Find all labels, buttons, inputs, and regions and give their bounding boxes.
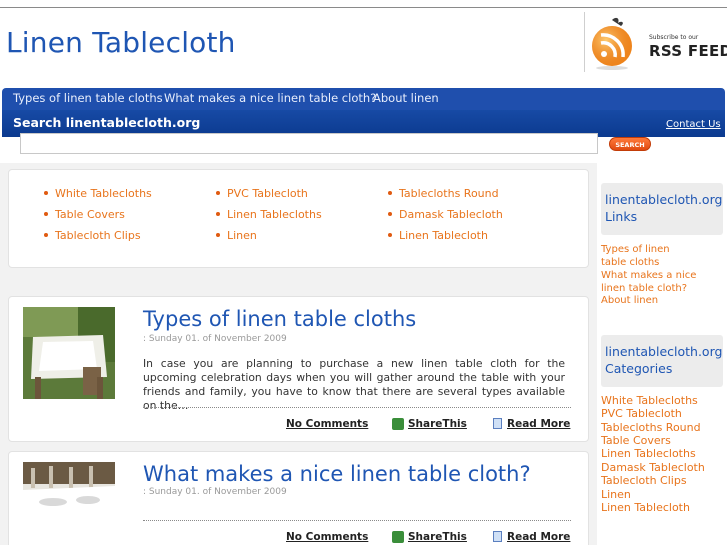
category-link[interactable]: Linen Tablecloth bbox=[388, 229, 488, 242]
nav-item-nice-cloth[interactable]: What makes a nice linen table cloth? bbox=[164, 91, 376, 105]
sidebar-categories-heading: linentablecloth.org Categories bbox=[601, 335, 723, 387]
sidebar-category-link[interactable]: Linen Tablecloth bbox=[601, 501, 690, 514]
sidebar-category-link[interactable]: PVC Tablecloth bbox=[601, 407, 682, 420]
nav-item-types[interactable]: Types of linen table cloths bbox=[13, 91, 163, 105]
sidebar-category-link[interactable]: Damask Tablecloth bbox=[601, 461, 705, 474]
contact-us-link[interactable]: Contact Us bbox=[666, 119, 721, 130]
sidebar-category-link[interactable]: White Tablecloths bbox=[601, 394, 698, 407]
document-icon bbox=[493, 531, 502, 542]
share-icon bbox=[392, 418, 404, 430]
bullet-icon bbox=[388, 233, 392, 237]
post-title[interactable]: Types of linen table cloths bbox=[143, 307, 416, 331]
share-this-link[interactable]: ShareThis bbox=[408, 418, 467, 430]
sidebar-link-about[interactable]: About linen bbox=[601, 294, 658, 307]
sidebar-category-link[interactable]: Tablecloth Clips bbox=[601, 474, 687, 487]
post-title[interactable]: What makes a nice linen table cloth? bbox=[143, 462, 531, 486]
read-more-link[interactable]: Read More bbox=[507, 418, 570, 430]
sidebar-category-link[interactable]: Table Covers bbox=[601, 434, 671, 447]
category-link[interactable]: White Tablecloths bbox=[44, 187, 152, 200]
category-label: Tablecloth Clips bbox=[55, 229, 141, 242]
rss-subscribe-text: Subscribe to our bbox=[649, 34, 699, 41]
bullet-icon bbox=[216, 191, 220, 195]
category-link[interactable]: Linen Tablecloths bbox=[216, 208, 322, 221]
post-date: : Sunday 01. of November 2009 bbox=[143, 334, 287, 344]
sidebar: linentablecloth.org Links Types of linen… bbox=[597, 163, 727, 545]
top-navigation: Types of linen table cloths What makes a… bbox=[2, 88, 725, 110]
sidebar-links-heading: linentablecloth.org Links bbox=[601, 183, 723, 235]
category-label: Linen bbox=[227, 229, 257, 242]
category-link[interactable]: Tablecloth Clips bbox=[44, 229, 141, 242]
category-label: Tablecloths Round bbox=[399, 187, 499, 200]
category-label: Linen Tablecloth bbox=[399, 229, 488, 242]
post-divider bbox=[143, 520, 571, 521]
bullet-icon bbox=[216, 233, 220, 237]
sidebar-heading-title: Links bbox=[605, 209, 638, 224]
share-this-link[interactable]: ShareThis bbox=[408, 531, 467, 543]
category-link[interactable]: Linen bbox=[216, 229, 257, 242]
category-label: Linen Tablecloths bbox=[227, 208, 322, 221]
comments-link[interactable]: No Comments bbox=[286, 418, 368, 430]
read-more-link[interactable]: Read More bbox=[507, 531, 570, 543]
category-link[interactable]: Table Covers bbox=[44, 208, 125, 221]
sidebar-category-link[interactable]: Linen Tablecloths bbox=[601, 447, 696, 460]
post-card: Types of linen table cloths : Sunday 01.… bbox=[8, 296, 589, 442]
sidebar-category-link[interactable]: Linen bbox=[601, 488, 631, 501]
sidebar-link-nice-cloth[interactable]: What makes a nice linen table cloth? bbox=[601, 269, 696, 295]
comments-link[interactable]: No Comments bbox=[286, 531, 368, 543]
bullet-icon bbox=[388, 212, 392, 216]
sidebar-heading-site: linentablecloth.org bbox=[605, 192, 723, 207]
bullet-icon bbox=[44, 233, 48, 237]
rss-feed-link[interactable]: RSS FEED bbox=[649, 42, 727, 60]
search-button[interactable]: SEARCH bbox=[609, 137, 651, 151]
sidebar-heading-site: linentablecloth.org bbox=[605, 344, 723, 359]
rss-icon[interactable] bbox=[589, 16, 635, 70]
sidebar-link-types[interactable]: Types of linen table cloths bbox=[601, 243, 670, 269]
site-title[interactable]: Linen Tablecloth bbox=[6, 26, 236, 59]
post-excerpt: In case you are planning to purchase a n… bbox=[143, 357, 565, 412]
category-label: White Tablecloths bbox=[55, 187, 152, 200]
header-divider bbox=[584, 12, 585, 72]
search-input[interactable] bbox=[20, 133, 598, 154]
document-icon bbox=[493, 418, 502, 429]
sidebar-category-link[interactable]: Tablecloths Round bbox=[601, 421, 701, 434]
post-card: What makes a nice linen table cloth? : S… bbox=[8, 451, 589, 545]
post-divider bbox=[143, 407, 571, 408]
top-divider bbox=[0, 7, 727, 8]
share-icon bbox=[392, 531, 404, 543]
bullet-icon bbox=[388, 191, 392, 195]
category-label: PVC Tablecloth bbox=[227, 187, 308, 200]
category-label: Table Covers bbox=[55, 208, 125, 221]
post-date: : Sunday 01. of November 2009 bbox=[143, 487, 287, 497]
search-title: Search linentablecloth.org bbox=[13, 115, 201, 130]
category-label: Damask Tablecloth bbox=[399, 208, 503, 221]
category-link[interactable]: PVC Tablecloth bbox=[216, 187, 308, 200]
category-link[interactable]: Tablecloths Round bbox=[388, 187, 499, 200]
category-link[interactable]: Damask Tablecloth bbox=[388, 208, 503, 221]
categories-box: White Tablecloths Table Covers Tableclot… bbox=[8, 169, 589, 268]
bullet-icon bbox=[44, 212, 48, 216]
nav-item-about[interactable]: About linen bbox=[373, 91, 439, 105]
bullet-icon bbox=[216, 212, 220, 216]
sidebar-heading-title: Categories bbox=[605, 361, 673, 376]
bullet-icon bbox=[44, 191, 48, 195]
post-thumbnail[interactable] bbox=[23, 462, 115, 545]
post-thumbnail[interactable] bbox=[23, 307, 115, 399]
